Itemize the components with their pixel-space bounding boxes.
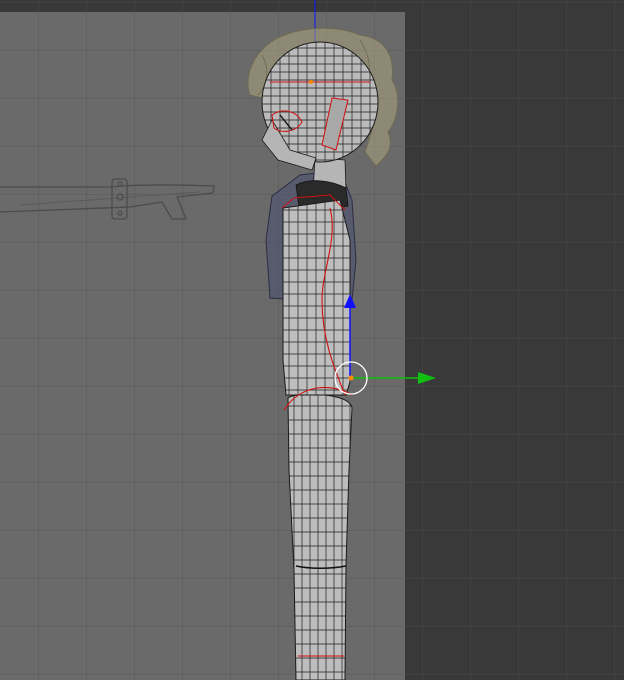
pivot-point [348,375,354,381]
y-axis-arrow[interactable] [418,372,436,384]
torso-mesh [281,194,353,411]
reference-sketch-arm [0,178,215,220]
leg-mesh [287,393,353,680]
scene-canvas[interactable] [0,0,624,680]
head-origin-dot[interactable] [309,80,313,84]
transform-gizmo[interactable] [334,294,436,395]
3d-viewport[interactable] [0,0,624,680]
